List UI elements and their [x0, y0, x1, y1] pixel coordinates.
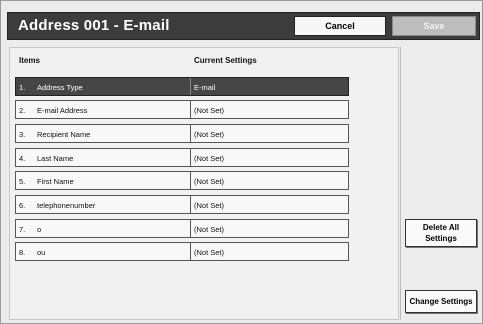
- delete-all-label-line1: Delete All: [422, 223, 460, 232]
- row-name: First Name: [37, 177, 74, 186]
- row-name: Last Name: [37, 154, 74, 163]
- list-item-last-name[interactable]: 4. Last Name (Not Set): [15, 148, 349, 167]
- items-column-header: Items: [19, 56, 40, 65]
- cancel-button[interactable]: Cancel: [294, 16, 386, 36]
- row-value: (Not Set): [194, 201, 225, 210]
- row-number: 1.: [19, 83, 26, 92]
- change-settings-button[interactable]: Change Settings: [405, 290, 477, 313]
- page-title: Address 001 - E-mail: [18, 17, 170, 34]
- action-panel: [400, 47, 479, 320]
- row-divider: [190, 220, 191, 237]
- row-value: (Not Set): [194, 130, 225, 139]
- row-divider: [190, 243, 191, 260]
- row-divider: [190, 196, 191, 213]
- row-number: 8.: [19, 248, 26, 257]
- row-value: (Not Set): [194, 248, 225, 257]
- list-item-address-type[interactable]: 1. Address Type E-mail: [15, 77, 349, 96]
- list-item-first-name[interactable]: 5. First Name (Not Set): [15, 171, 349, 190]
- current-settings-column-header: Current Settings: [194, 56, 257, 65]
- screen-frame: Address 001 - E-mail Cancel Save Items C…: [0, 0, 483, 324]
- row-divider: [190, 172, 191, 189]
- row-divider: [190, 101, 191, 118]
- row-divider: [190, 78, 191, 95]
- row-divider: [190, 125, 191, 142]
- row-name: Recipient Name: [37, 130, 91, 139]
- row-divider: [190, 149, 191, 166]
- save-button[interactable]: Save: [392, 16, 476, 36]
- row-number: 3.: [19, 130, 26, 139]
- row-value: (Not Set): [194, 154, 225, 163]
- row-name: ou: [37, 248, 46, 257]
- list-item-telephonenumber[interactable]: 6. telephonenumber (Not Set): [15, 195, 349, 214]
- row-value: (Not Set): [194, 177, 225, 186]
- row-name: telephonenumber: [37, 201, 96, 210]
- row-number: 6.: [19, 201, 26, 210]
- row-value: E-mail: [194, 83, 216, 92]
- row-value: (Not Set): [194, 106, 225, 115]
- list-item-ou[interactable]: 8. ou (Not Set): [15, 242, 349, 261]
- row-name: o: [37, 225, 42, 234]
- delete-all-label-line2: Settings: [425, 234, 457, 243]
- row-value: (Not Set): [194, 225, 225, 234]
- list-item-recipient-name[interactable]: 3. Recipient Name (Not Set): [15, 124, 349, 143]
- list-item-email-address[interactable]: 2. E-mail Address (Not Set): [15, 100, 349, 119]
- list-item-o[interactable]: 7. o (Not Set): [15, 219, 349, 238]
- delete-all-settings-button[interactable]: Delete All Settings: [405, 219, 477, 247]
- row-name: Address Type: [37, 83, 83, 92]
- row-number: 5.: [19, 177, 26, 186]
- row-name: E-mail Address: [37, 106, 88, 115]
- row-number: 4.: [19, 154, 26, 163]
- row-number: 2.: [19, 106, 26, 115]
- row-number: 7.: [19, 225, 26, 234]
- title-bar: Address 001 - E-mail Cancel Save: [7, 12, 480, 40]
